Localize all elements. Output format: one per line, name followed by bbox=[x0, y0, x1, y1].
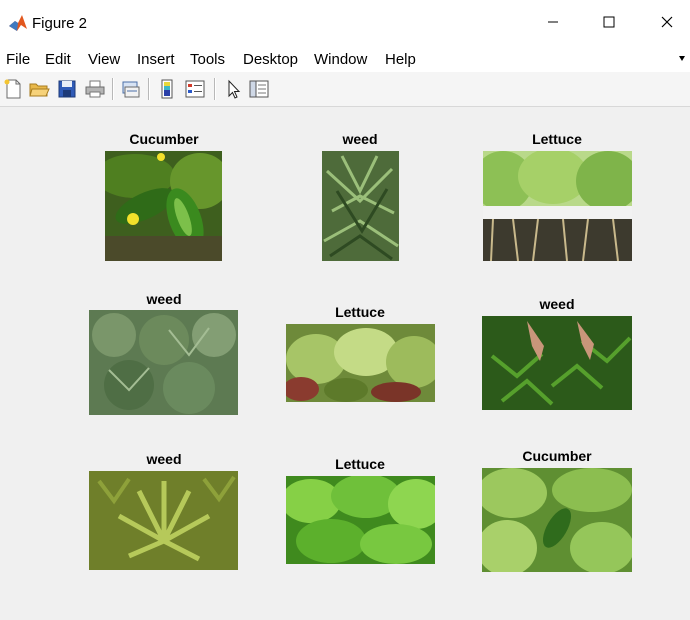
menu-insert[interactable]: Insert bbox=[137, 51, 175, 68]
maximize-icon bbox=[603, 16, 615, 28]
weed-photo bbox=[482, 316, 632, 410]
subplot-title: weed bbox=[539, 296, 575, 312]
menu-help[interactable]: Help bbox=[385, 51, 416, 68]
open-file-icon[interactable] bbox=[28, 78, 50, 100]
window-title: Figure 2 bbox=[32, 15, 88, 32]
lettuce-photo bbox=[286, 324, 435, 402]
print-icon[interactable] bbox=[84, 78, 106, 100]
minimize-icon bbox=[548, 21, 558, 23]
subplot-title: Lettuce bbox=[335, 456, 385, 472]
matlab-logo-icon bbox=[9, 15, 27, 31]
minimize-button[interactable] bbox=[530, 8, 576, 38]
menu-view[interactable]: View bbox=[88, 51, 120, 68]
menu-bar: File Edit View Insert Tools Desktop Wind… bbox=[0, 46, 690, 72]
subplot-title: Cucumber bbox=[522, 448, 592, 464]
lettuce-photo bbox=[286, 476, 435, 564]
close-button[interactable] bbox=[644, 8, 690, 38]
menu-tools[interactable]: Tools bbox=[190, 51, 225, 68]
menu-window[interactable]: Window bbox=[314, 51, 367, 68]
new-figure-icon[interactable] bbox=[2, 78, 24, 100]
lettuce-photo bbox=[483, 151, 632, 261]
property-editor-icon[interactable] bbox=[248, 78, 270, 100]
subplot-title: weed bbox=[146, 451, 182, 467]
weed-photo bbox=[89, 471, 238, 570]
select-arrow-icon[interactable] bbox=[222, 78, 244, 100]
close-icon bbox=[661, 16, 673, 28]
subplot-title: weed bbox=[342, 131, 378, 147]
subplot-title: weed bbox=[146, 291, 182, 307]
maximize-button[interactable] bbox=[586, 8, 632, 38]
menu-edit[interactable]: Edit bbox=[45, 51, 71, 68]
link-figure-icon[interactable] bbox=[120, 78, 142, 100]
menu-file[interactable]: File bbox=[6, 51, 30, 68]
cucumber-photo bbox=[482, 468, 632, 572]
menu-overflow-arrow-icon[interactable] bbox=[678, 54, 686, 62]
weed-photo bbox=[89, 310, 238, 415]
subplot-title: Lettuce bbox=[532, 131, 582, 147]
weed-photo bbox=[322, 151, 399, 261]
title-bar: Figure 2 bbox=[0, 0, 690, 46]
subplot-title: Cucumber bbox=[129, 131, 199, 147]
legend-icon[interactable] bbox=[184, 78, 206, 100]
subplot-title: Lettuce bbox=[335, 304, 385, 320]
save-icon[interactable] bbox=[56, 78, 78, 100]
cucumber-photo bbox=[105, 151, 222, 261]
menu-desktop[interactable]: Desktop bbox=[243, 51, 298, 68]
colorbar-icon[interactable] bbox=[156, 78, 178, 100]
toolbar bbox=[0, 72, 690, 107]
